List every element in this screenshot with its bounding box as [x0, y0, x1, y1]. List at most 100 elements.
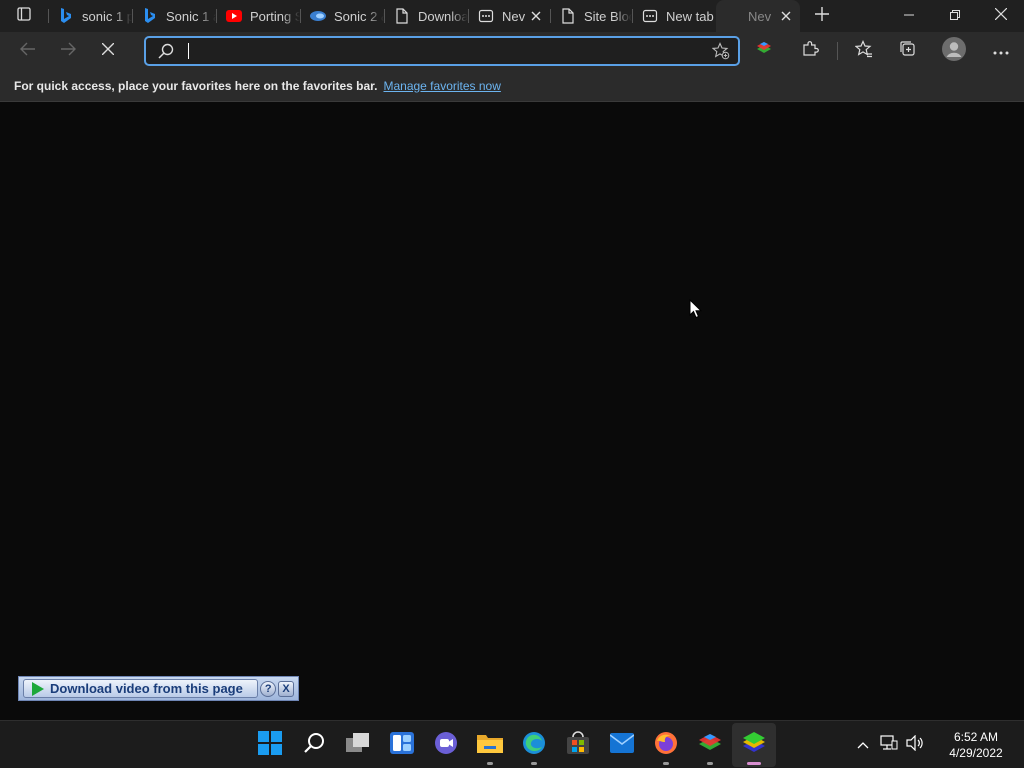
minimize-button[interactable]	[886, 0, 932, 32]
network-icon	[880, 734, 898, 756]
tab-separator	[384, 9, 385, 23]
search-icon	[146, 43, 186, 59]
stop-loading-button[interactable]	[88, 32, 128, 70]
tab-active[interactable]: Nev	[716, 0, 800, 32]
add-favorite-icon[interactable]	[704, 42, 738, 60]
minimize-icon	[904, 7, 914, 25]
close-icon	[994, 7, 1008, 25]
extensions-button[interactable]	[787, 32, 833, 70]
store-icon	[566, 730, 590, 760]
toolbar-right	[741, 32, 1024, 70]
clock-date: 4/29/2022	[949, 746, 1003, 760]
running-indicator	[531, 762, 537, 765]
firefox-button[interactable]	[644, 723, 688, 767]
newtab-icon	[478, 8, 494, 24]
mail-button[interactable]	[600, 723, 644, 767]
close-window-button[interactable]	[978, 0, 1024, 32]
page-content[interactable]	[0, 103, 1024, 720]
running-indicator	[663, 762, 669, 765]
more-icon	[993, 42, 1009, 60]
mail-icon	[609, 732, 635, 758]
close-tab-icon[interactable]	[528, 8, 544, 24]
network-button[interactable]	[876, 721, 902, 768]
address-input[interactable]	[189, 39, 704, 63]
close-download-bar-button[interactable]: X	[278, 680, 294, 697]
new-tab-button[interactable]	[804, 0, 840, 32]
active-app-indicator	[747, 762, 761, 765]
window-controls	[886, 0, 1024, 32]
tab-title: Nev	[502, 8, 526, 24]
tab-separator	[216, 9, 217, 23]
back-button[interactable]	[8, 32, 48, 70]
close-icon	[101, 42, 115, 60]
browser-toolbar	[0, 32, 1024, 70]
firefox-icon	[654, 731, 678, 760]
tab[interactable]: Downloa	[384, 0, 468, 32]
forward-button[interactable]	[48, 32, 88, 70]
settings-menu-button[interactable]	[978, 32, 1024, 70]
download-video-button[interactable]: Download video from this page	[23, 679, 259, 698]
file-explorer-button[interactable]	[468, 723, 512, 767]
extension-bluestacks-button[interactable]	[741, 32, 787, 70]
restore-button[interactable]	[932, 0, 978, 32]
address-bar[interactable]	[144, 36, 740, 66]
site-icon	[310, 8, 326, 24]
tab[interactable]: Site Bloc	[550, 0, 632, 32]
profile-button[interactable]	[930, 32, 978, 70]
teams-chat-icon	[434, 731, 458, 760]
arrow-right-icon	[60, 42, 76, 61]
running-indicator	[487, 762, 493, 765]
close-tab-icon[interactable]	[778, 8, 794, 24]
tab-separator	[632, 9, 633, 23]
download-video-bar: Download video from this page ? X	[18, 676, 299, 701]
show-hidden-icons-button[interactable]	[850, 721, 876, 768]
start-button[interactable]	[248, 723, 292, 767]
avatar-icon	[942, 36, 966, 66]
arrow-left-icon	[20, 42, 36, 61]
favorites-button[interactable]	[842, 32, 886, 70]
tab[interactable]: New tab	[632, 0, 716, 32]
tab-separator	[468, 9, 469, 23]
task-view-icon	[346, 732, 370, 759]
manage-favorites-link[interactable]: Manage favorites now	[383, 79, 500, 93]
microsoft-store-button[interactable]	[556, 723, 600, 767]
tab[interactable]: Sonic 2 &	[300, 0, 384, 32]
bluestacks-multi-button[interactable]	[688, 723, 732, 767]
edge-button[interactable]	[512, 723, 556, 767]
tab[interactable]: sonic 1 p	[48, 0, 132, 32]
taskbar-search-button[interactable]	[292, 723, 336, 767]
speaker-icon	[906, 734, 924, 756]
tab-separator	[550, 9, 551, 23]
tab-actions-icon	[16, 6, 32, 27]
chevron-up-icon	[857, 736, 869, 754]
clock[interactable]: 6:52 AM 4/29/2022	[928, 729, 1024, 761]
tab-separator	[300, 9, 301, 23]
widgets-button[interactable]	[380, 723, 424, 767]
taskbar-apps	[248, 721, 776, 768]
tab[interactable]: Nev	[468, 0, 550, 32]
bing-icon	[142, 8, 158, 24]
collections-button[interactable]	[886, 32, 930, 70]
help-button[interactable]: ?	[260, 680, 277, 697]
taskbar: 6:52 AM 4/29/2022	[0, 720, 1024, 768]
tab-separator	[48, 9, 49, 23]
tab-actions-button[interactable]	[0, 0, 48, 32]
tab[interactable]: Porting S	[216, 0, 300, 32]
bluestacks-button[interactable]	[732, 723, 776, 767]
tab-title: Nev	[748, 8, 772, 24]
widgets-icon	[390, 731, 414, 759]
newtab-icon	[642, 8, 658, 24]
puzzle-icon	[801, 40, 819, 63]
toolbar-divider	[837, 42, 838, 60]
volume-button[interactable]	[902, 721, 928, 768]
favorites-bar: For quick access, place your favorites h…	[0, 70, 1024, 102]
tab[interactable]: Sonic 1 a	[132, 0, 216, 32]
edge-icon	[522, 731, 546, 760]
collections-icon	[899, 40, 917, 63]
page-icon	[394, 8, 410, 24]
screen: sonic 1 p Sonic 1 a Porting S Sonic 2 &	[0, 0, 1024, 768]
youtube-icon	[226, 8, 242, 24]
teams-chat-button[interactable]	[424, 723, 468, 767]
task-view-button[interactable]	[336, 723, 380, 767]
favorites-bar-message: For quick access, place your favorites h…	[14, 78, 378, 93]
